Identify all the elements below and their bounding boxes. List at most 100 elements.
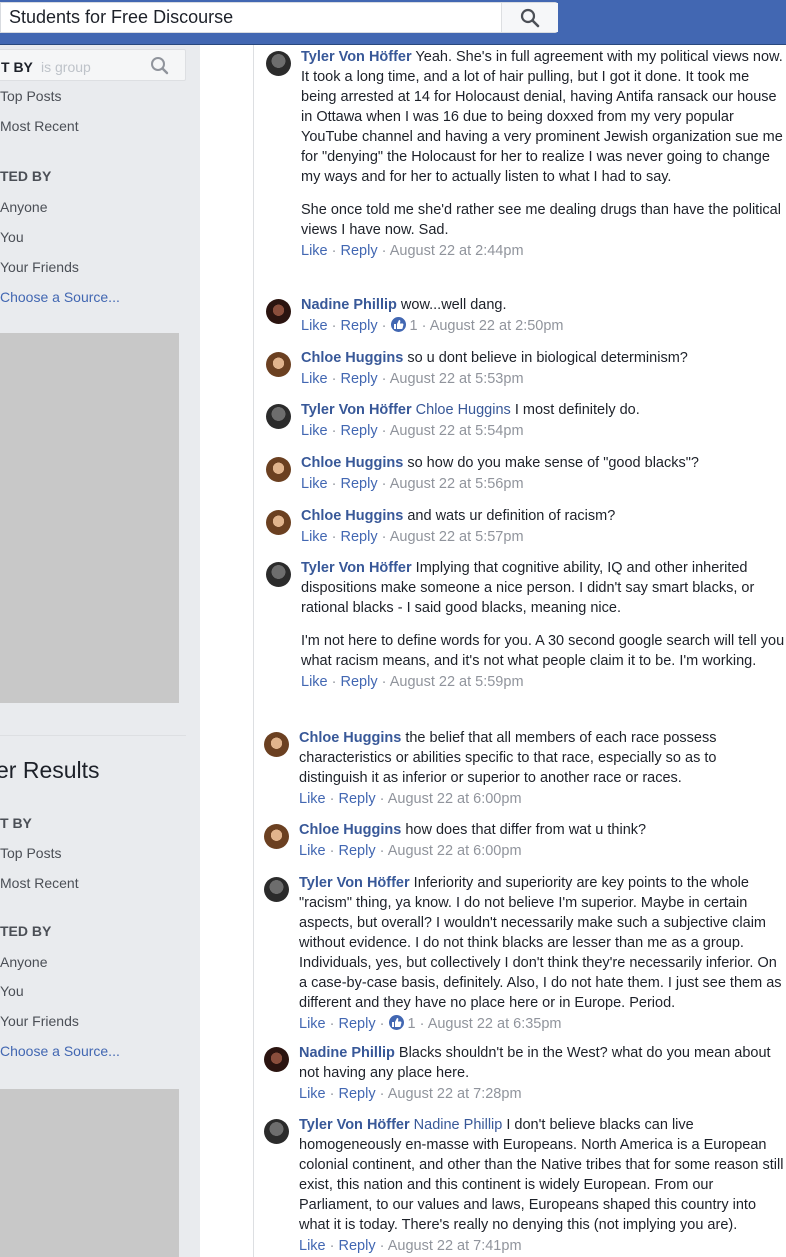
filter-most-recent[interactable]: Most Recent [0,118,79,134]
like-link[interactable]: Like [301,476,328,492]
thumbs-up-icon[interactable] [388,1015,404,1030]
comment-author[interactable]: Chloe Huggins [299,730,401,746]
comment-author[interactable]: Chloe Huggins [299,822,401,838]
comment-author[interactable]: Tyler Von Höffer [301,49,412,65]
separator: · [331,674,337,690]
search-input[interactable] [9,3,499,32]
comment-author[interactable]: Tyler Von Höffer [299,1117,410,1133]
reply-link[interactable]: Reply [339,1086,376,1102]
avatar[interactable] [266,404,291,429]
like-link[interactable]: Like [301,674,328,690]
separator: · [331,318,337,334]
comment-paragraph: Tyler Von Höffer Yeah. She's in full agr… [301,47,786,187]
like-link[interactable]: Like [301,423,328,439]
avatar[interactable] [264,732,289,757]
search-icon[interactable] [150,56,170,76]
comment-actions: Like · Reply · August 22 at 7:41pm [299,1236,784,1256]
comment-timestamp[interactable]: August 22 at 5:53pm [390,371,524,387]
reply-link[interactable]: Reply [339,843,376,859]
like-link[interactable]: Like [299,1086,326,1102]
comment-body: Nadine Phillip wow...well dang. Like · Re… [301,295,786,336]
like-link[interactable]: Like [299,843,326,859]
avatar[interactable] [264,877,289,902]
reply-link[interactable]: Reply [339,1238,376,1254]
comment-author[interactable]: Nadine Phillip [301,297,397,313]
comment-timestamp[interactable]: August 22 at 2:50pm [430,318,564,334]
mention-link[interactable]: Nadine Phillip [414,1117,503,1133]
group-search-field[interactable]: is group T BY [0,49,186,81]
comment-author[interactable]: Nadine Phillip [299,1045,395,1061]
like-link[interactable]: Like [301,371,328,387]
reaction-count[interactable]: 1 [408,1016,416,1032]
choose-source-link[interactable]: Choose a Source... [0,289,120,305]
reply-link[interactable]: Reply [341,371,378,387]
separator: · [421,318,427,334]
comment-body: Chloe Huggins and wats ur definition of … [301,506,786,547]
filter-you[interactable]: You [0,229,24,245]
reply-link[interactable]: Reply [341,476,378,492]
comment-timestamp[interactable]: August 22 at 6:00pm [388,791,522,807]
avatar[interactable] [264,1047,289,1072]
thumbs-up-icon[interactable] [390,317,406,332]
comment-author[interactable]: Tyler Von Höffer [299,875,410,891]
comment-timestamp[interactable]: August 22 at 5:54pm [390,423,524,439]
mention-link[interactable]: Chloe Huggins [416,402,511,418]
comment-timestamp[interactable]: August 22 at 6:35pm [428,1016,562,1032]
like-link[interactable]: Like [299,1238,326,1254]
comment-author[interactable]: Chloe Huggins [301,508,403,524]
comment-body: Tyler Von Höffer Inferiority and superio… [299,873,784,1034]
comment-body: Chloe Huggins the belief that all member… [299,728,784,809]
reaction-count[interactable]: 1 [410,318,418,334]
comment-timestamp[interactable]: August 22 at 2:44pm [390,243,524,259]
like-link[interactable]: Like [301,318,328,334]
comment-author[interactable]: Chloe Huggins [301,455,403,471]
avatar[interactable] [266,457,291,482]
reply-link[interactable]: Reply [341,318,378,334]
reply-link[interactable]: Reply [341,423,378,439]
search-button[interactable] [501,3,558,32]
avatar[interactable] [266,299,291,324]
reply-link[interactable]: Reply [339,1016,376,1032]
sort-by-heading: T BY [0,815,32,831]
comment-paragraph: Chloe Huggins the belief that all member… [299,728,784,788]
comment-author[interactable]: Tyler Von Höffer [301,402,412,418]
reply-link[interactable]: Reply [341,529,378,545]
avatar[interactable] [266,51,291,76]
separator: · [381,529,387,545]
reply-link[interactable]: Reply [341,243,378,259]
comment-timestamp[interactable]: August 22 at 5:56pm [390,476,524,492]
comment-timestamp[interactable]: August 22 at 5:59pm [390,674,524,690]
avatar[interactable] [266,562,291,587]
comment-paragraph: She once told me she'd rather see me dea… [301,200,786,240]
comment-actions: Like · Reply · August 22 at 5:59pm [301,672,786,692]
reply-link[interactable]: Reply [341,674,378,690]
comment-timestamp[interactable]: August 22 at 5:57pm [390,529,524,545]
like-link[interactable]: Like [301,243,328,259]
filter-anyone-2[interactable]: Anyone [0,954,47,970]
comment-paragraph: Tyler Von Höffer Implying that cognitive… [301,558,786,618]
like-link[interactable]: Like [299,1016,326,1032]
separator: · [381,243,387,259]
comment-author[interactable]: Chloe Huggins [301,350,403,366]
filter-most-recent-2[interactable]: Most Recent [0,875,79,891]
avatar[interactable] [266,352,291,377]
avatar[interactable] [264,1119,289,1144]
avatar[interactable] [266,510,291,535]
search-icon [520,8,540,27]
comment-timestamp[interactable]: August 22 at 6:00pm [388,843,522,859]
like-link[interactable]: Like [301,529,328,545]
filter-anyone[interactable]: Anyone [0,199,47,215]
comment-author[interactable]: Tyler Von Höffer [301,560,412,576]
comment-timestamp[interactable]: August 22 at 7:28pm [388,1086,522,1102]
comment-timestamp[interactable]: August 22 at 7:41pm [388,1238,522,1254]
choose-source-link-2[interactable]: Choose a Source... [0,1043,120,1059]
like-link[interactable]: Like [299,791,326,807]
left-sidebar: is group T BY Top Posts Most Recent TED … [0,45,200,1257]
filter-your-friends-2[interactable]: Your Friends [0,1013,79,1029]
reply-link[interactable]: Reply [339,791,376,807]
avatar[interactable] [264,824,289,849]
filter-top-posts-2[interactable]: Top Posts [0,845,61,861]
filter-you-2[interactable]: You [0,983,24,999]
filter-your-friends[interactable]: Your Friends [0,259,79,275]
filter-top-posts[interactable]: Top Posts [0,88,61,104]
